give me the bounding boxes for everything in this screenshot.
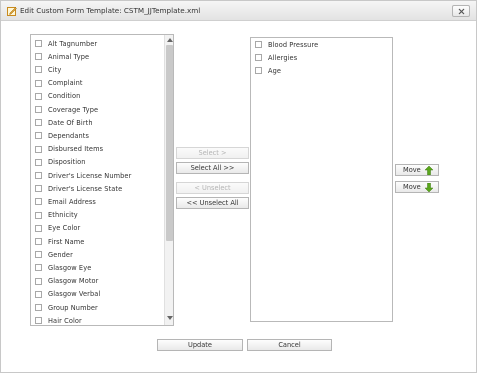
list-item[interactable]: Glasgow Eye: [35, 262, 91, 273]
item-checkbox[interactable]: [35, 158, 42, 166]
unselect-button[interactable]: < Unselect: [176, 182, 249, 194]
item-checkbox[interactable]: [255, 67, 262, 75]
item-label: Ethnicity: [48, 211, 78, 220]
list-item[interactable]: Allergies: [255, 52, 297, 63]
list-item[interactable]: Age: [255, 65, 281, 76]
item-checkbox[interactable]: [35, 145, 42, 153]
list-item[interactable]: Condition: [35, 91, 80, 102]
item-label: Allergies: [268, 53, 298, 62]
item-checkbox[interactable]: [35, 198, 42, 206]
item-label: Disposition: [48, 158, 86, 167]
item-label: Date Of Birth: [48, 118, 93, 127]
item-label: Coverage Type: [48, 105, 99, 114]
list-item[interactable]: Hair Color: [35, 315, 82, 325]
list-item[interactable]: Disposition: [35, 157, 86, 168]
list-item[interactable]: Disbursed Items: [35, 144, 103, 155]
item-checkbox[interactable]: [35, 132, 42, 140]
item-label: Complaint: [48, 79, 83, 88]
item-label: Condition: [48, 92, 81, 101]
item-checkbox[interactable]: [35, 224, 42, 232]
item-checkbox[interactable]: [35, 211, 42, 219]
list-item[interactable]: City: [35, 64, 61, 75]
item-checkbox[interactable]: [35, 185, 42, 193]
item-label: Group Number: [48, 303, 98, 312]
item-label: City: [48, 65, 62, 74]
item-checkbox[interactable]: [35, 304, 42, 311]
item-label: Hair Color: [48, 316, 82, 325]
dialog-title: Edit Custom Form Template: CSTM_JJTempla…: [20, 6, 201, 15]
title-bar: Edit Custom Form Template: CSTM_JJTempla…: [1, 1, 476, 21]
list-item[interactable]: Blood Pressure: [255, 39, 318, 50]
edit-form-template-dialog: Edit Custom Form Template: CSTM_JJTempla…: [0, 0, 477, 373]
list-item[interactable]: Eye Color: [35, 223, 80, 234]
item-checkbox[interactable]: [35, 251, 42, 259]
item-checkbox[interactable]: [35, 277, 42, 285]
list-item[interactable]: Date Of Birth: [35, 117, 93, 128]
update-button[interactable]: Update: [157, 339, 243, 351]
item-label: Driver's License Number: [48, 171, 132, 180]
scroll-thumb[interactable]: [166, 45, 173, 241]
item-checkbox[interactable]: [35, 79, 42, 87]
item-checkbox[interactable]: [35, 264, 42, 272]
item-checkbox[interactable]: [35, 238, 42, 245]
item-checkbox[interactable]: [35, 317, 42, 325]
available-fields-list[interactable]: Alt Tagnumber Animal Type City Complaint Con…: [30, 34, 174, 326]
close-button[interactable]: [452, 5, 470, 17]
list-item[interactable]: Dependants: [35, 130, 89, 141]
close-icon: [458, 8, 465, 15]
item-label: First Name: [48, 237, 85, 246]
list-item[interactable]: Animal Type: [35, 51, 89, 62]
item-label: Dependants: [48, 131, 89, 140]
list-item[interactable]: Email Address: [35, 196, 96, 207]
item-checkbox[interactable]: [35, 92, 42, 100]
item-label: Blood Pressure: [268, 40, 319, 49]
list-item[interactable]: Alt Tagnumber: [35, 38, 97, 49]
list-item[interactable]: Glasgow Verbal: [35, 289, 100, 300]
available-fields-scrollbar[interactable]: [164, 35, 173, 325]
item-label: Disbursed Items: [48, 145, 104, 154]
select-button[interactable]: Select >: [176, 147, 249, 159]
item-label: Glasgow Motor: [48, 277, 99, 286]
item-label: Gender: [48, 250, 73, 259]
scroll-up-arrow-icon[interactable]: [167, 38, 173, 42]
unselect-all-button[interactable]: << Unselect All: [176, 197, 249, 209]
item-checkbox[interactable]: [35, 53, 42, 61]
item-label: Glasgow Verbal: [48, 290, 101, 299]
item-checkbox[interactable]: [35, 119, 42, 127]
item-label: Email Address: [48, 197, 96, 206]
green-up-arrow-icon: [424, 165, 433, 175]
item-checkbox[interactable]: [35, 106, 42, 113]
list-item[interactable]: Driver's License Number: [35, 170, 131, 181]
list-item[interactable]: Group Number: [35, 302, 98, 313]
select-all-button[interactable]: Select All >>: [176, 162, 249, 174]
scroll-down-arrow-icon[interactable]: [167, 316, 173, 320]
list-item[interactable]: Ethnicity: [35, 210, 78, 221]
item-label: Glasgow Eye: [48, 263, 92, 272]
item-label: Driver's License State: [48, 184, 123, 193]
list-item[interactable]: Gender: [35, 249, 73, 260]
item-checkbox[interactable]: [255, 41, 262, 48]
move-up-button[interactable]: Move: [395, 164, 439, 176]
item-label: Animal Type: [48, 52, 90, 61]
item-label: Alt Tagnumber: [48, 39, 98, 48]
item-label: Eye Color: [48, 224, 81, 233]
move-up-label: Move: [403, 166, 421, 174]
list-item[interactable]: Glasgow Motor: [35, 276, 98, 287]
edit-form-icon: [7, 6, 17, 16]
move-down-label: Move: [403, 183, 421, 191]
item-label: Age: [268, 66, 282, 75]
list-item[interactable]: First Name: [35, 236, 84, 247]
item-checkbox[interactable]: [35, 40, 42, 47]
item-checkbox[interactable]: [35, 66, 42, 74]
list-item[interactable]: Complaint: [35, 78, 83, 89]
list-item[interactable]: Coverage Type: [35, 104, 98, 115]
item-checkbox[interactable]: [35, 290, 42, 298]
item-checkbox[interactable]: [255, 54, 262, 62]
item-checkbox[interactable]: [35, 172, 42, 179]
list-item[interactable]: Driver's License State: [35, 183, 122, 194]
move-down-button[interactable]: Move: [395, 181, 439, 193]
cancel-button[interactable]: Cancel: [247, 339, 332, 351]
green-down-arrow-icon: [424, 182, 433, 192]
selected-fields-list[interactable]: Blood Pressure Allergies Age: [250, 37, 393, 322]
